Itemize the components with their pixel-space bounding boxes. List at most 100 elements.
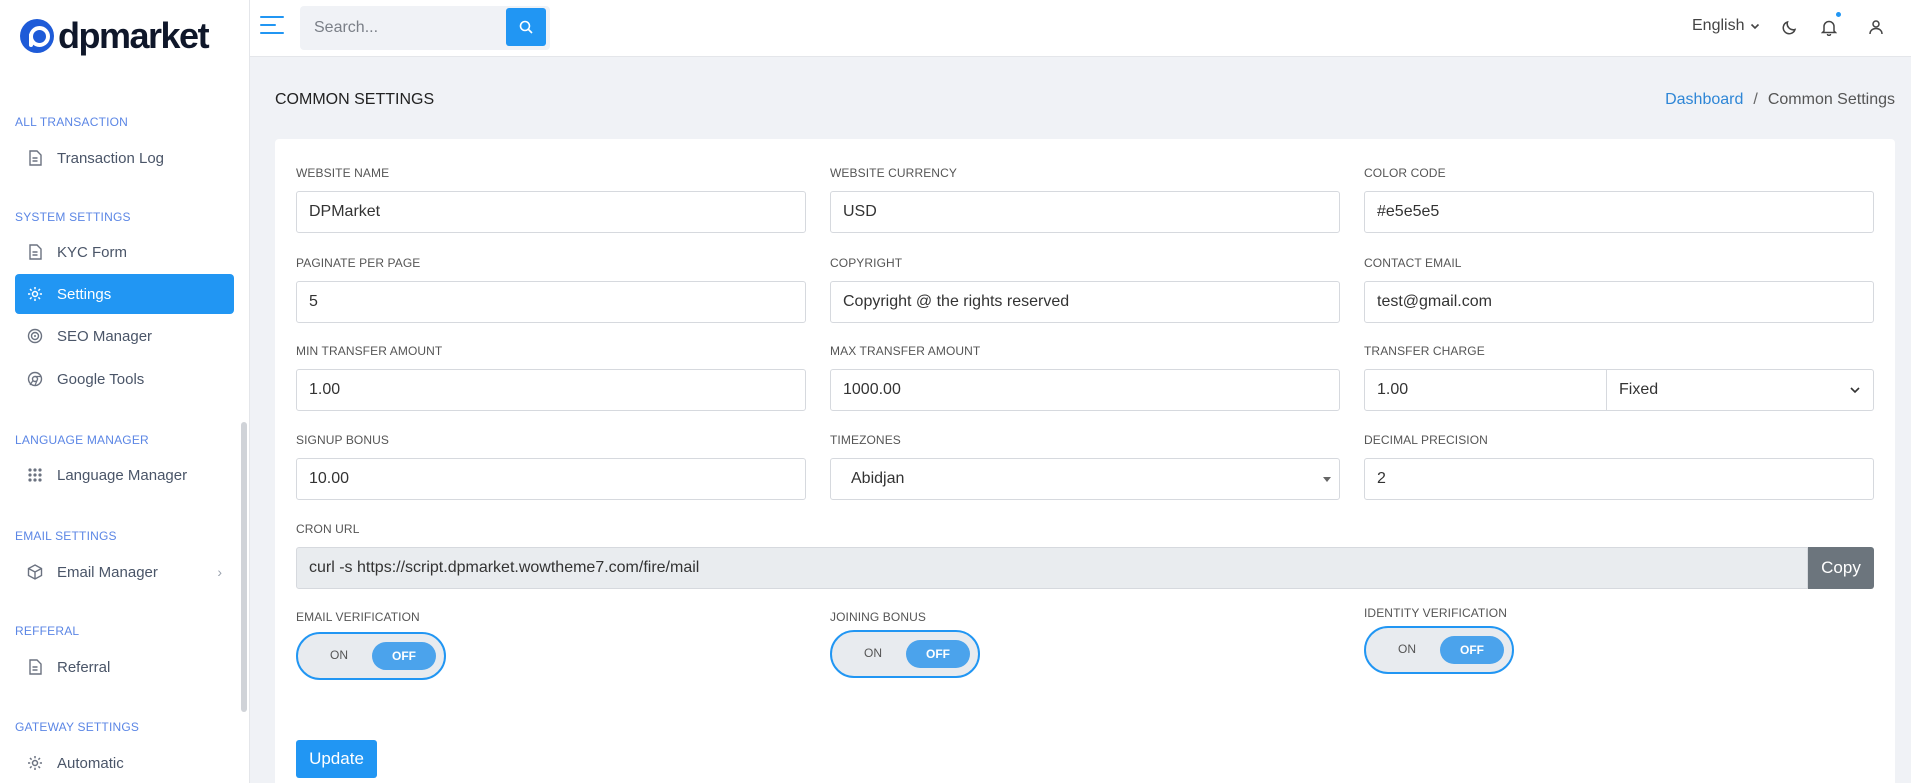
search-input[interactable] [300, 6, 506, 50]
breadcrumb-separator: / [1753, 91, 1758, 108]
sidebar-scrollbar[interactable] [241, 422, 247, 712]
sidebar-item-label: SEO Manager [57, 327, 153, 345]
toggle-on-label: ON [1398, 642, 1416, 656]
sidebar-item-automatic[interactable]: Automatic [15, 743, 234, 783]
transfer-charge-field: TRANSFER CHARGE 1.00 Fixed [1364, 344, 1874, 411]
field-label: WEBSITE NAME [296, 166, 390, 180]
gear-icon [27, 286, 43, 302]
max-transfer-input[interactable]: 1000.00 [830, 369, 1340, 411]
signup-bonus-input[interactable]: 10.00 [296, 458, 806, 500]
chevron-down-icon [1850, 387, 1860, 394]
chevron-right-icon: › [217, 564, 222, 580]
toggle-on-label: ON [864, 646, 882, 660]
website-name-input[interactable]: DPMarket [296, 191, 806, 233]
color-code-field: COLOR CODE #e5e5e5 [1364, 166, 1874, 233]
field-label: SIGNUP BONUS [296, 433, 389, 447]
contact-email-input[interactable]: test@gmail.com [1364, 281, 1874, 323]
website-name-field: WEBSITE NAME DPMarket [296, 166, 806, 233]
field-label: DECIMAL PRECISION [1364, 433, 1488, 447]
website-currency-input[interactable]: USD [830, 191, 1340, 233]
sidebar-section-language-manager: LANGUAGE MANAGER [15, 433, 149, 447]
file-icon [27, 244, 43, 260]
sidebar-section-referral: REFFERAL [15, 624, 80, 638]
copyright-input[interactable]: Copyright @ the rights reserved [830, 281, 1340, 323]
toggle-off-label: OFF [372, 642, 436, 670]
sidebar-item-label: Settings [57, 285, 112, 303]
bell-icon[interactable] [1819, 17, 1839, 37]
brand-logo[interactable]: dpmarket [0, 0, 249, 72]
dark-mode-icon[interactable] [1780, 17, 1800, 37]
sidebar-item-settings[interactable]: Settings [15, 274, 234, 314]
language-label: English [1692, 17, 1745, 34]
logo-icon [20, 19, 54, 53]
sidebar-item-referral[interactable]: Referral [15, 647, 234, 687]
file-icon [27, 659, 43, 675]
notification-dot [1835, 11, 1842, 18]
field-label: COLOR CODE [1364, 166, 1446, 180]
timezones-field: TIMEZONES Abidjan [830, 433, 1340, 500]
copyright-field: COPYRIGHT Copyright @ the rights reserve… [830, 256, 1340, 323]
decimal-precision-field: DECIMAL PRECISION 2 [1364, 433, 1874, 500]
joining-bonus-toggle[interactable]: ON OFF [830, 630, 980, 678]
min-transfer-input[interactable]: 1.00 [296, 369, 806, 411]
cron-url-input[interactable]: curl -s https://script.dpmarket.wowtheme… [296, 547, 1808, 589]
field-label: MAX TRANSFER AMOUNT [830, 344, 981, 358]
user-icon[interactable] [1866, 17, 1886, 37]
sidebar-item-transaction-log[interactable]: Transaction Log [15, 138, 234, 178]
paginate-input[interactable]: 5 [296, 281, 806, 323]
field-label: COPYRIGHT [830, 256, 903, 270]
sidebar-item-kyc-form[interactable]: KYC Form [15, 232, 234, 272]
language-selector[interactable]: English [1692, 17, 1760, 35]
sidebar-item-label: Automatic [57, 754, 124, 772]
signup-bonus-field: SIGNUP BONUS 10.00 [296, 433, 806, 500]
page-title: COMMON SETTINGS [275, 91, 435, 108]
decimal-precision-input[interactable]: 2 [1364, 458, 1874, 500]
breadcrumb-dashboard-link[interactable]: Dashboard [1665, 91, 1743, 108]
sidebar-item-language-manager[interactable]: Language Manager [15, 455, 234, 495]
field-label: MIN TRANSFER AMOUNT [296, 344, 443, 358]
field-label: IDENTITY VERIFICATION [1364, 606, 1508, 620]
cron-url-field: CRON URL curl -s https://script.dpmarket… [296, 522, 1874, 589]
sidebar-item-label: Google Tools [57, 370, 145, 388]
sidebar-item-email-manager[interactable]: Email Manager › [15, 552, 234, 592]
sidebar-section-system-settings: SYSTEM SETTINGS [15, 210, 131, 224]
search-button[interactable] [506, 8, 546, 46]
sidebar-item-label: Language Manager [57, 466, 188, 484]
max-transfer-field: MAX TRANSFER AMOUNT 1000.00 [830, 344, 1340, 411]
field-label: CONTACT EMAIL [1364, 256, 1462, 270]
identity-verification-field: IDENTITY VERIFICATION ON OFF [1364, 606, 1514, 674]
sidebar-item-seo-manager[interactable]: SEO Manager [15, 316, 234, 356]
field-label: TIMEZONES [830, 433, 901, 447]
transfer-charge-input[interactable]: 1.00 [1364, 369, 1607, 411]
timezones-select[interactable]: Abidjan [830, 458, 1340, 500]
caret-down-icon [1323, 476, 1331, 482]
sidebar-item-label: KYC Form [57, 243, 128, 261]
toggle-off-label: OFF [906, 640, 970, 668]
identity-verification-toggle[interactable]: ON OFF [1364, 626, 1514, 674]
transfer-charge-type-select[interactable]: Fixed [1607, 369, 1874, 411]
sidebar-section-email-settings: EMAIL SETTINGS [15, 529, 117, 543]
menu-toggle-icon[interactable] [260, 16, 284, 36]
field-label: EMAIL VERIFICATION [296, 610, 420, 624]
paginate-field: PAGINATE PER PAGE 5 [296, 256, 806, 323]
gear-icon [27, 755, 43, 771]
chevron-down-icon [1751, 23, 1760, 30]
sidebar-section-gateway-settings: GATEWAY SETTINGS [15, 720, 140, 734]
update-button[interactable]: Update [296, 740, 377, 778]
field-label: TRANSFER CHARGE [1364, 344, 1485, 358]
email-verification-toggle[interactable]: ON OFF [296, 632, 446, 680]
copy-button[interactable]: Copy [1808, 547, 1874, 589]
grid-icon [27, 467, 43, 483]
field-label: JOINING BONUS [830, 610, 926, 624]
joining-bonus-field: JOINING BONUS ON OFF [830, 610, 980, 678]
search-icon [519, 20, 533, 34]
sidebar-item-label: Transaction Log [57, 149, 165, 167]
contact-email-field: CONTACT EMAIL test@gmail.com [1364, 256, 1874, 323]
color-code-input[interactable]: #e5e5e5 [1364, 191, 1874, 233]
toggle-on-label: ON [330, 648, 348, 662]
sidebar-item-label: Email Manager [57, 563, 158, 581]
sidebar-item-google-tools[interactable]: Google Tools [15, 359, 234, 399]
chrome-icon [27, 371, 43, 387]
toggle-off-label: OFF [1440, 636, 1504, 664]
sidebar-section-all-transaction: ALL TRANSACTION [15, 115, 129, 129]
